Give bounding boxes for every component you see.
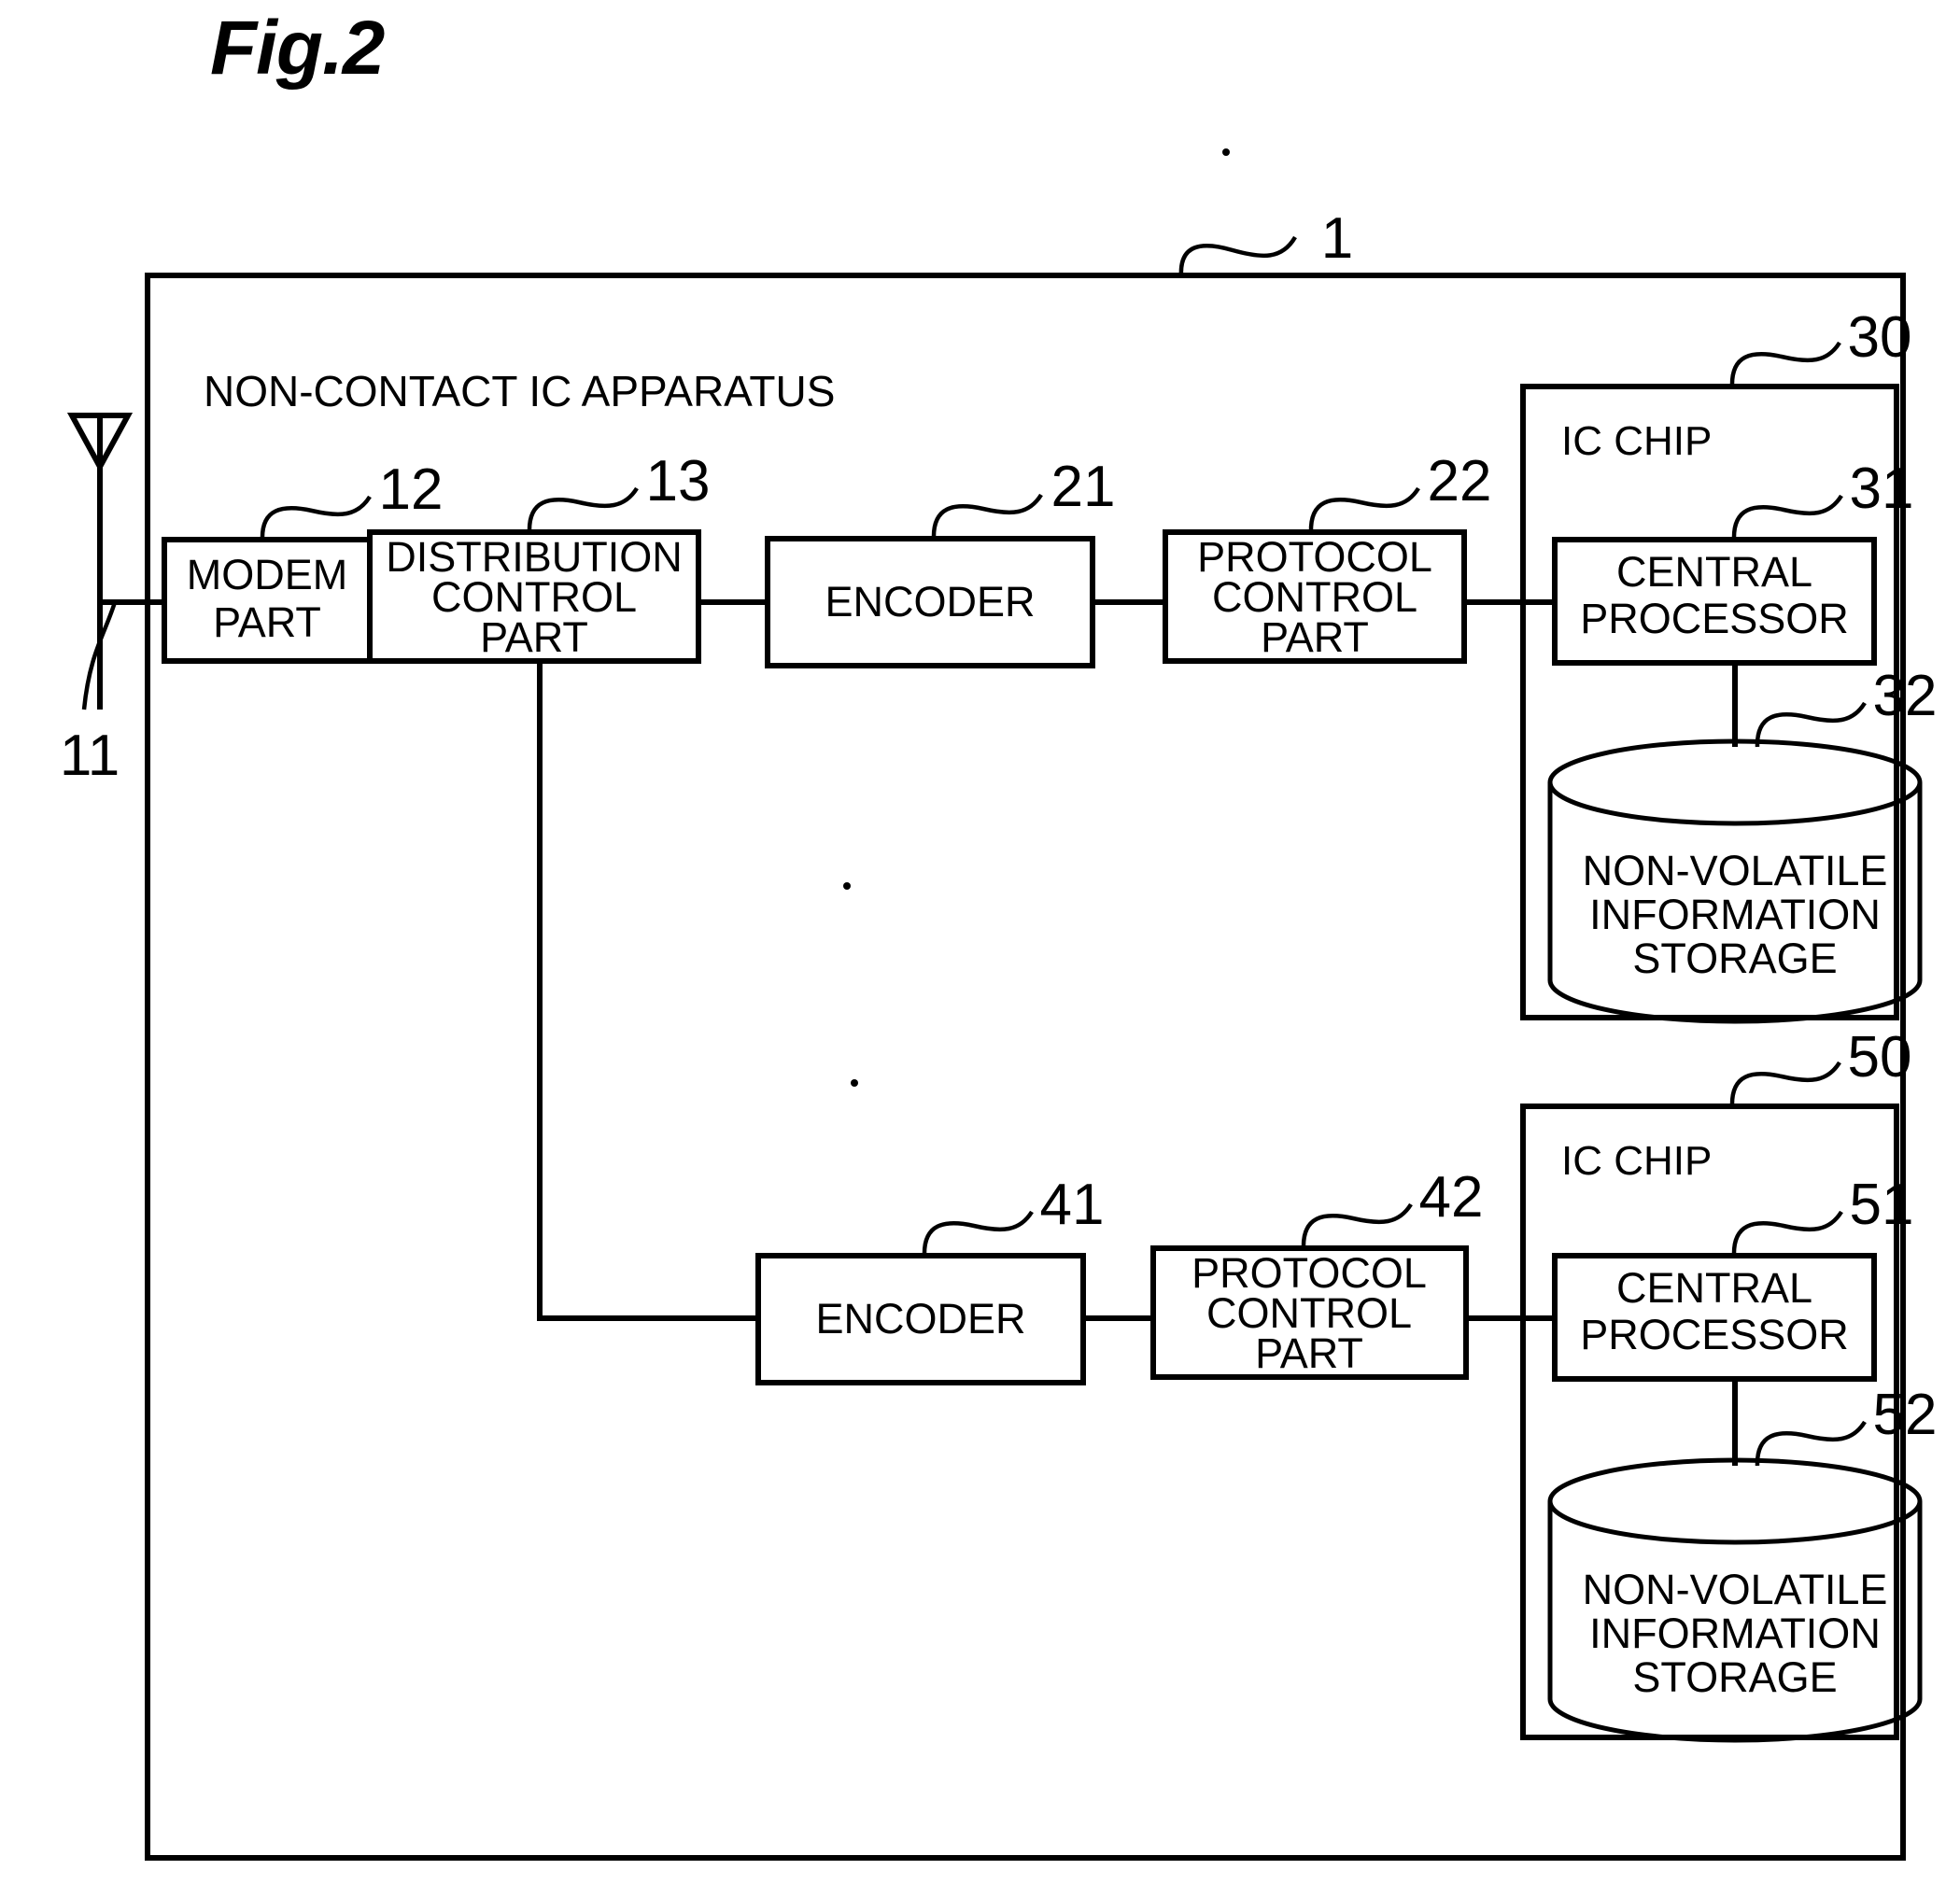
ref-number-32: 32 bbox=[1873, 664, 1938, 728]
lead-line-central-processor-bottom bbox=[1731, 1210, 1843, 1257]
storage-top-cylinder-top bbox=[1547, 738, 1923, 826]
ic-chip-top-label: IC CHIP bbox=[1561, 418, 1712, 464]
lead-line-protocol-control-part-top bbox=[1308, 486, 1420, 533]
lead-line-ic-chip-bottom bbox=[1729, 1061, 1841, 1107]
modem-part-label-line1: MODEM bbox=[187, 551, 348, 598]
scan-speck-middle bbox=[843, 882, 851, 890]
central-processor-top-label-line2: PROCESSOR bbox=[1580, 595, 1849, 642]
storage-top-label-line1: NON-VOLATILE bbox=[1583, 847, 1888, 894]
apparatus-caption: NON-CONTACT IC APPARATUS bbox=[204, 367, 835, 415]
ref-number-31: 31 bbox=[1850, 457, 1914, 521]
storage-bottom-label-line3: STORAGE bbox=[1632, 1653, 1837, 1701]
storage-bottom-label-line2: INFORMATION bbox=[1589, 1610, 1881, 1657]
protocol-control-part-bottom-label-line3: PART bbox=[1255, 1329, 1363, 1377]
ref-number-52: 52 bbox=[1873, 1383, 1938, 1447]
central-processor-bottom-label-line1: CENTRAL bbox=[1616, 1264, 1812, 1312]
protocol-control-part-top-label-line3: PART bbox=[1261, 613, 1369, 661]
distribution-control-part-label-line3: PART bbox=[480, 613, 588, 661]
storage-bottom-label-line1: NON-VOLATILE bbox=[1583, 1566, 1888, 1613]
ref-number-13: 13 bbox=[646, 449, 711, 513]
lead-line-encoder-top bbox=[931, 493, 1043, 540]
lead-line-central-processor-top bbox=[1731, 494, 1843, 541]
storage-bottom-cylinder-top bbox=[1547, 1457, 1923, 1545]
storage-top-label-line3: STORAGE bbox=[1632, 935, 1837, 982]
block-diagram-canvas: 1 NON-CONTACT IC APPARATUS 11 MODEM PART… bbox=[60, 148, 1938, 1861]
lead-line-apparatus bbox=[1178, 235, 1297, 277]
encoder-bottom-label: ENCODER bbox=[815, 1295, 1025, 1343]
lead-line-modem-part bbox=[260, 495, 372, 541]
scan-speck-top bbox=[1222, 148, 1230, 156]
encoder-top-label: ENCODER bbox=[825, 578, 1035, 626]
lead-line-distribution-control-part bbox=[527, 486, 639, 533]
lead-line-ic-chip-top bbox=[1729, 341, 1841, 387]
ref-number-50: 50 bbox=[1848, 1025, 1912, 1090]
lead-line-protocol-control-part-bottom bbox=[1301, 1202, 1413, 1249]
ref-number-1: 1 bbox=[1321, 206, 1353, 271]
central-processor-top-label-line1: CENTRAL bbox=[1616, 548, 1812, 596]
ref-number-51: 51 bbox=[1850, 1173, 1914, 1237]
ref-number-22: 22 bbox=[1428, 449, 1492, 513]
ref-number-42: 42 bbox=[1419, 1165, 1484, 1230]
ref-number-21: 21 bbox=[1051, 455, 1116, 519]
modem-part-label-line2: PART bbox=[213, 598, 321, 646]
scan-speck-lower bbox=[851, 1079, 858, 1087]
wire-distribution-to-encoder-bottom bbox=[537, 661, 758, 1321]
storage-top-label-line2: INFORMATION bbox=[1589, 891, 1881, 938]
central-processor-bottom-label-line2: PROCESSOR bbox=[1580, 1311, 1849, 1358]
figure-root: Fig.2 1 NON-CONTACT IC APPARATUS 11 MODE… bbox=[0, 0, 1960, 1898]
ref-number-11: 11 bbox=[60, 724, 120, 788]
lead-line-encoder-bottom bbox=[922, 1210, 1034, 1257]
ref-number-41: 41 bbox=[1040, 1173, 1105, 1237]
ref-number-30: 30 bbox=[1848, 305, 1912, 370]
ref-number-12: 12 bbox=[379, 457, 444, 522]
ic-chip-bottom-label: IC CHIP bbox=[1561, 1138, 1712, 1184]
